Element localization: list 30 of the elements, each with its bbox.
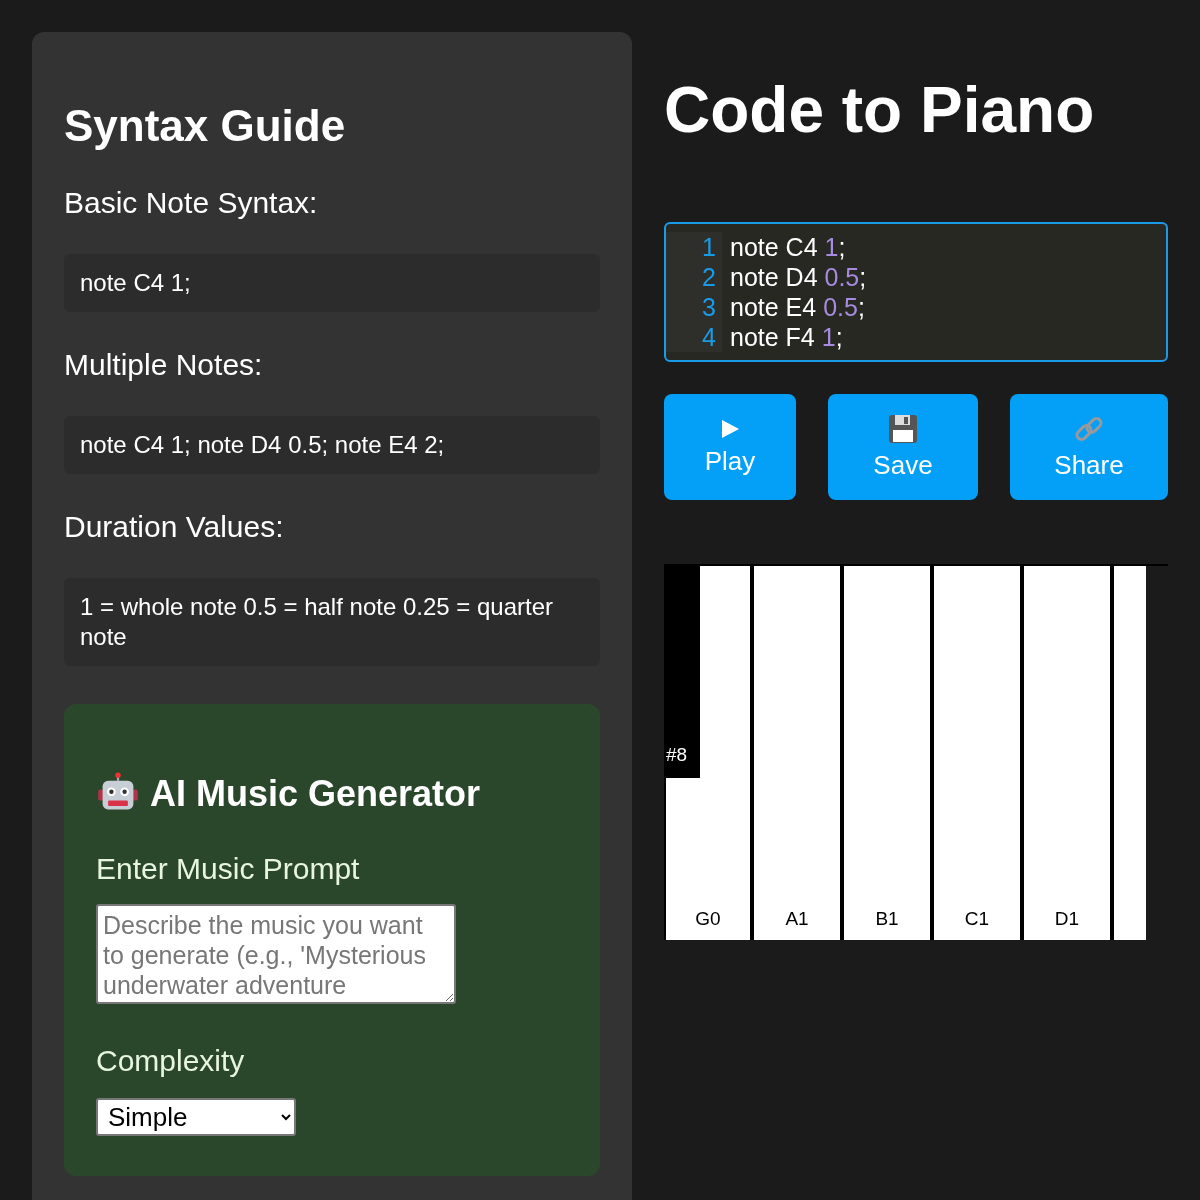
app-title: Code to Piano xyxy=(664,78,1096,142)
code-example: note C4 1; xyxy=(64,254,600,312)
code-line: note C4 1; xyxy=(730,232,847,262)
code-example: 1 = whole note 0.5 = half note 0.25 = quarter note xyxy=(64,578,600,666)
line-number: 2 xyxy=(701,262,716,292)
sharp-key[interactable]: #8 xyxy=(666,566,700,778)
section-heading: Duration Values: xyxy=(64,512,285,542)
line-number: 3 xyxy=(701,292,716,322)
prompt-field[interactable]: Describe the music you want to generate (e.g., 'Mysterious underwater adventure xyxy=(96,904,456,1004)
field-label: Complexity xyxy=(96,1044,246,1078)
field-label: Enter Music Prompt xyxy=(96,852,361,886)
complexity-dropdown[interactable]: Simple xyxy=(96,1098,296,1136)
section-heading: Basic Note Syntax: xyxy=(64,188,319,218)
code-editor[interactable]: 1 2 3 4 note C4 1; note D4 0.5; note E4 0.5; note F4 1; xyxy=(664,222,1168,362)
panel-title: Syntax Guide xyxy=(64,104,347,148)
piano-key[interactable]: C1 xyxy=(934,566,1024,940)
piano-key[interactable]: #8 G0 xyxy=(664,566,754,940)
line-number: 4 xyxy=(701,322,716,352)
piano-key[interactable] xyxy=(1114,566,1146,940)
piano-key[interactable]: A1 xyxy=(754,566,844,940)
code-line: note D4 0.5; xyxy=(730,262,867,292)
piano-key[interactable]: B1 xyxy=(844,566,934,940)
piano-key[interactable]: D1 xyxy=(1024,566,1114,940)
code-line: note F4 1; xyxy=(730,322,844,352)
generator-title: AI Music Generator xyxy=(150,773,481,815)
code-example: note C4 1; note D4 0.5; note E4 2; xyxy=(64,416,600,474)
section-heading: Multiple Notes: xyxy=(64,350,264,380)
line-number: 1 xyxy=(701,232,716,262)
code-line: note E4 0.5; xyxy=(730,292,866,322)
play-icon xyxy=(720,417,740,440)
